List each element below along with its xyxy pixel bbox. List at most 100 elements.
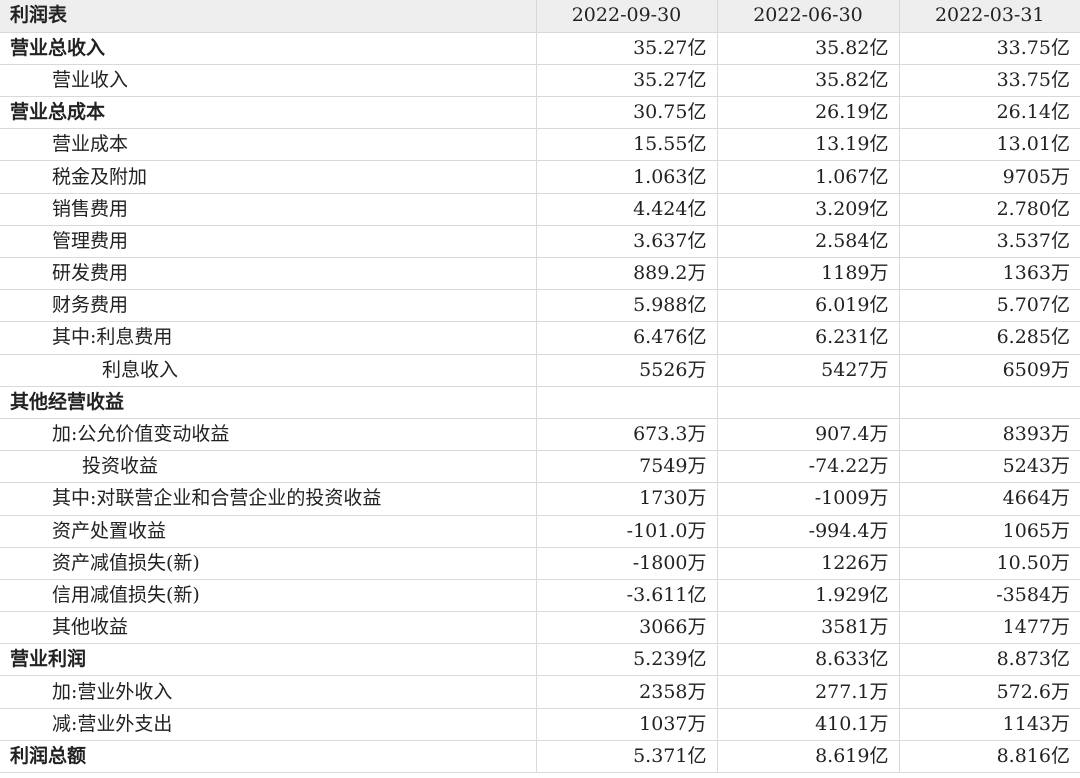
value-cell: 3.637亿 [536,225,718,259]
value-cell: -1800万 [536,547,718,580]
value-cell: 8.633亿 [717,643,900,677]
value-cell: 13.19亿 [717,128,900,162]
table-row: 税金及附加 1.063亿 1.067亿 9705万 [0,160,1080,194]
value-cell: 1065万 [899,515,1080,548]
value-cell: 7549万 [536,450,718,484]
value-cell: 13.01亿 [899,128,1080,162]
row-label: 营业成本 [0,128,537,162]
table-row: 减:营业外支出 1037万 410.1万 1143万 [0,708,1080,741]
table-row: 营业收入 35.27亿 35.82亿 33.75亿 [0,64,1080,98]
value-cell: 6509万 [899,354,1080,387]
value-cell: 2.584亿 [717,225,900,259]
table-row: 营业总成本 30.75亿 26.19亿 26.14亿 [0,96,1080,130]
value-cell: 5.707亿 [899,289,1080,323]
row-label: 资产处置收益 [0,515,537,548]
value-cell: 4.424亿 [536,193,718,226]
row-label: 资产减值损失(新) [0,547,537,580]
row-label: 营业利润 [0,643,537,677]
value-cell: 572.6万 [899,675,1080,709]
value-cell: -3584万 [899,579,1080,613]
value-cell [536,386,718,419]
row-label: 管理费用 [0,225,537,259]
value-cell: 1730万 [536,482,718,516]
table-row: 其中:对联营企业和合营企业的投资收益 1730万 -1009万 4664万 [0,482,1080,516]
value-cell: 6.019亿 [717,289,900,323]
value-cell [717,386,900,419]
value-cell: 410.1万 [717,708,900,741]
row-label: 投资收益 [0,450,537,484]
value-cell: 5.988亿 [536,289,718,323]
value-cell: 889.2万 [536,257,718,291]
value-cell: 9705万 [899,160,1080,194]
value-cell: 26.14亿 [899,96,1080,130]
table-row: 信用减值损失(新) -3.611亿 1.929亿 -3584万 [0,579,1080,613]
value-cell [899,386,1080,419]
value-cell: 673.3万 [536,418,718,452]
table-header-row: 利润表 2022-09-30 2022-06-30 2022-03-31 [0,0,1080,33]
value-cell: 8.873亿 [899,643,1080,677]
value-cell: 35.82亿 [717,32,900,65]
income-statement-table: 利润表 2022-09-30 2022-06-30 2022-03-31 营业总… [0,0,1080,774]
value-cell: 8.619亿 [717,740,900,774]
table-row: 资产处置收益 -101.0万 -994.4万 1065万 [0,515,1080,548]
row-label: 加:公允价值变动收益 [0,418,537,452]
table-row: 利润总额 5.371亿 8.619亿 8.816亿 [0,740,1080,774]
table-row: 资产减值损失(新) -1800万 1226万 10.50万 [0,547,1080,580]
row-label: 其他收益 [0,611,537,645]
value-cell: -74.22万 [717,450,900,484]
table-row: 营业成本 15.55亿 13.19亿 13.01亿 [0,128,1080,162]
value-cell: 6.285亿 [899,321,1080,355]
value-cell: 5427万 [717,354,900,387]
table-row: 财务费用 5.988亿 6.019亿 5.707亿 [0,289,1080,323]
value-cell: -3.611亿 [536,579,718,613]
row-label: 加:营业外收入 [0,675,537,709]
row-label: 研发费用 [0,257,537,291]
value-cell: 1.929亿 [717,579,900,613]
table-row: 其他收益 3066万 3581万 1477万 [0,611,1080,645]
table-row: 销售费用 4.424亿 3.209亿 2.780亿 [0,193,1080,226]
row-label: 利息收入 [0,354,537,387]
value-cell: 2358万 [536,675,718,709]
row-label: 营业收入 [0,64,537,98]
value-cell: -101.0万 [536,515,718,548]
table-row: 利息收入 5526万 5427万 6509万 [0,354,1080,387]
value-cell: 3.537亿 [899,225,1080,259]
value-cell: 3581万 [717,611,900,645]
period-header: 2022-09-30 [536,0,718,33]
value-cell: 33.75亿 [899,32,1080,65]
row-label: 税金及附加 [0,160,537,194]
row-label: 利润总额 [0,740,537,774]
table-row: 其中:利息费用 6.476亿 6.231亿 6.285亿 [0,321,1080,355]
value-cell: 35.27亿 [536,64,718,98]
value-cell: 15.55亿 [536,128,718,162]
value-cell: 1037万 [536,708,718,741]
value-cell: 30.75亿 [536,96,718,130]
row-label: 营业总收入 [0,32,537,65]
value-cell: 277.1万 [717,675,900,709]
value-cell: 3066万 [536,611,718,645]
row-label: 销售费用 [0,193,537,226]
value-cell: 1.063亿 [536,160,718,194]
row-label: 其他经营收益 [0,386,537,419]
value-cell: -994.4万 [717,515,900,548]
value-cell: 907.4万 [717,418,900,452]
value-cell: 8393万 [899,418,1080,452]
value-cell: 2.780亿 [899,193,1080,226]
value-cell: 1226万 [717,547,900,580]
value-cell: 1.067亿 [717,160,900,194]
period-header: 2022-06-30 [717,0,900,33]
value-cell: 1189万 [717,257,900,291]
value-cell: 4664万 [899,482,1080,516]
value-cell: -1009万 [717,482,900,516]
table-row: 投资收益 7549万 -74.22万 5243万 [0,450,1080,484]
value-cell: 6.476亿 [536,321,718,355]
value-cell: 5526万 [536,354,718,387]
row-label: 减:营业外支出 [0,708,537,741]
table-row: 管理费用 3.637亿 2.584亿 3.537亿 [0,225,1080,259]
value-cell: 5.371亿 [536,740,718,774]
value-cell: 8.816亿 [899,740,1080,774]
row-label: 其中:对联营企业和合营企业的投资收益 [0,482,537,516]
table-row: 营业总收入 35.27亿 35.82亿 33.75亿 [0,32,1080,65]
table-row: 营业利润 5.239亿 8.633亿 8.873亿 [0,643,1080,677]
period-header: 2022-03-31 [899,0,1080,33]
